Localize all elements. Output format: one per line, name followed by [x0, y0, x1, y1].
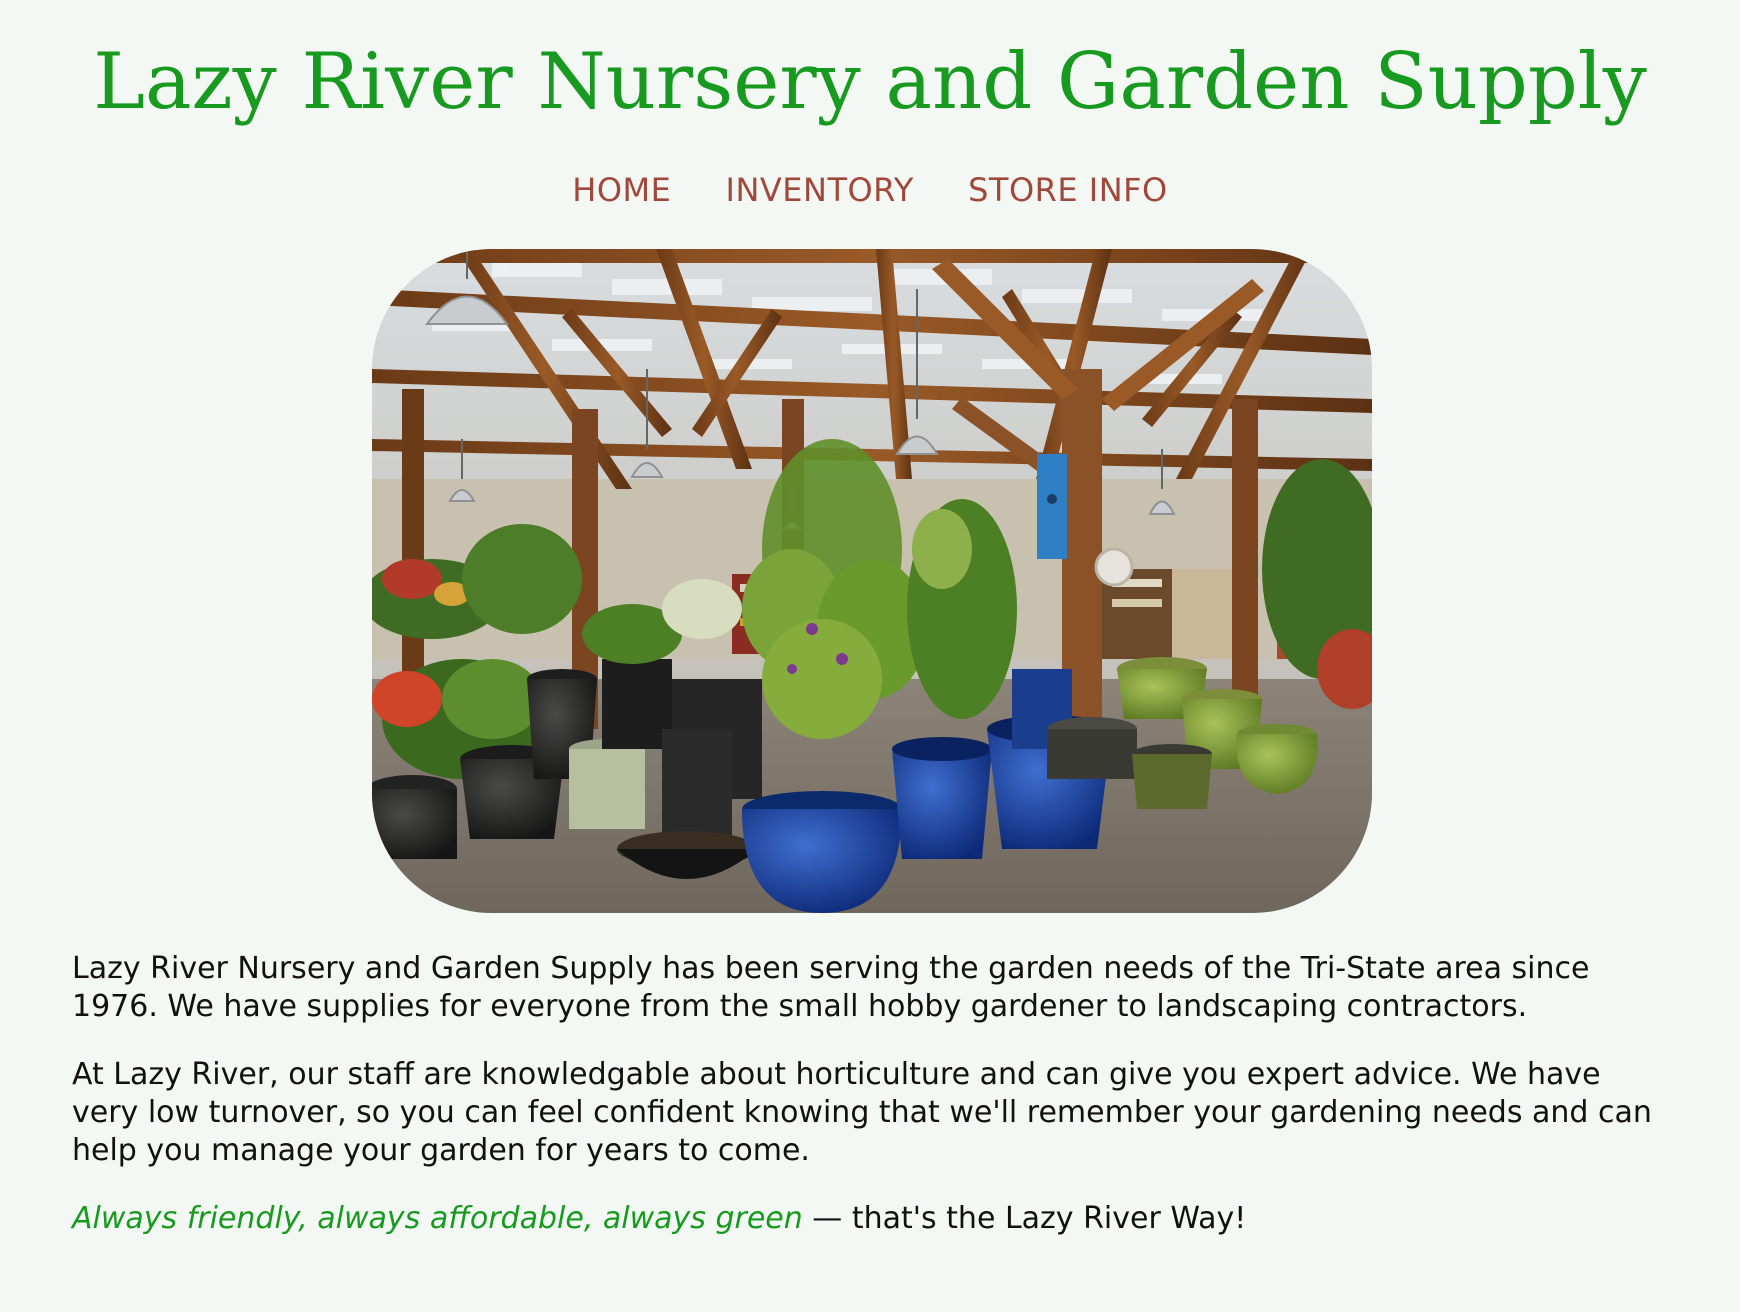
nav-home-link[interactable]: HOME [572, 171, 671, 209]
hero-image [372, 249, 1372, 913]
intro-paragraph: Lazy River Nursery and Garden Supply has… [72, 951, 1590, 1024]
motto-paragraph: Always friendly, always affordable, alwa… [72, 1200, 1672, 1238]
main-nav: HOME INVENTORY STORE INFO [0, 166, 1740, 214]
motto-suffix: — that's the Lazy River Way! [802, 1201, 1247, 1236]
content: Lazy River Nursery and Garden Supply has… [72, 950, 1672, 1268]
nav-store-info-link[interactable]: STORE INFO [968, 171, 1168, 209]
page: Lazy River Nursery and Garden Supply HOM… [0, 0, 1740, 1312]
site-title: Lazy River Nursery and Garden Supply [93, 37, 1647, 127]
motto-text: Always friendly, always affordable, alwa… [72, 1201, 803, 1236]
nav-inventory-link[interactable]: INVENTORY [726, 171, 914, 209]
staff-paragraph: At Lazy River, our staff are knowledgabl… [72, 1057, 1652, 1168]
